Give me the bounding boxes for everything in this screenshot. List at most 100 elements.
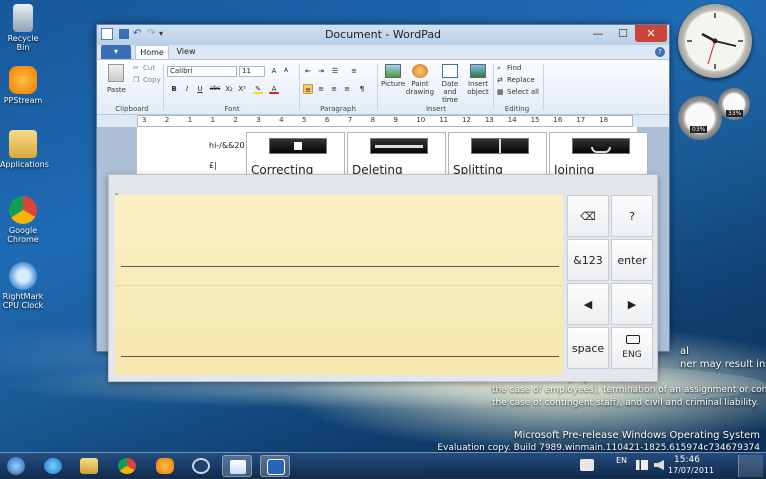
memory-usage-value: 33%: [726, 110, 744, 117]
right-arrow-key[interactable]: ▶: [611, 283, 653, 325]
maximize-button[interactable]: ☐: [611, 25, 635, 42]
close-button[interactable]: ✕: [635, 25, 667, 42]
bold-button[interactable]: B: [169, 84, 179, 94]
desktop-icon-ppstream[interactable]: PPStream: [0, 66, 46, 105]
line-spacing-button[interactable]: ≡: [349, 66, 359, 76]
language-key[interactable]: ENG: [611, 327, 653, 369]
bullets-button[interactable]: ☰: [330, 66, 340, 76]
desktop-icon-rightmark[interactable]: RightMark CPU Clock: [0, 262, 46, 310]
ruler-number: 11: [439, 116, 449, 124]
paste-icon: [108, 64, 124, 82]
taskbar-k-app[interactable]: [186, 455, 216, 477]
wordpad-icon: [229, 459, 247, 475]
select-all-label: Select all: [507, 88, 539, 96]
select-all-icon: ▦: [497, 88, 504, 96]
replace-icon: ⇄: [497, 76, 503, 84]
volume-icon[interactable]: [654, 460, 664, 470]
taskbar: EN 15:46 17/07/2011: [0, 452, 766, 479]
tab-view[interactable]: View: [171, 45, 201, 59]
key-label: enter: [617, 254, 647, 267]
superscript-button[interactable]: X²: [237, 84, 247, 94]
desktop-icon-applications[interactable]: Applications: [0, 130, 49, 169]
paint-drawing-button[interactable]: Paint drawing: [405, 62, 435, 102]
ruler[interactable]: 3 2 1 1 2 3 4 5 6 7 8 9 10 11 12 13 14 15 16 17 18: [137, 115, 633, 127]
binoculars-icon: ⌕: [497, 64, 501, 72]
recycle-bin-icon: [13, 4, 33, 32]
italic-button[interactable]: I: [182, 84, 192, 94]
minimize-button[interactable]: —: [585, 25, 611, 42]
desktop-icon-label: Google Chrome: [7, 226, 39, 244]
backspace-key[interactable]: ⌫: [567, 195, 609, 237]
enter-key[interactable]: enter: [611, 239, 653, 281]
ruler-number: 3: [142, 116, 147, 124]
right-arrow-icon: ▶: [627, 298, 637, 311]
insert-object-label: Insert object: [467, 80, 489, 96]
show-desktop-button[interactable]: [738, 455, 763, 477]
ruler-number: 5: [302, 116, 307, 124]
tab-home[interactable]: Home: [135, 45, 169, 59]
scissors-icon: ✂: [133, 64, 139, 72]
legal-line: the case of employees), termination of a…: [492, 385, 766, 395]
paragraph-settings-button[interactable]: ¶: [357, 84, 367, 94]
font-name-select[interactable]: Calibri: [167, 66, 237, 77]
network-icon[interactable]: [636, 460, 648, 470]
taskbar-ppstream[interactable]: [150, 455, 180, 477]
underline-button[interactable]: U: [195, 84, 205, 94]
writing-line-divider: [115, 285, 563, 286]
desktop-icon-chrome[interactable]: Google Chrome: [0, 196, 46, 244]
find-label: Find: [507, 64, 522, 72]
start-button[interactable]: [2, 455, 30, 477]
chrome-icon: [9, 196, 37, 224]
desktop-icon-recycle-bin[interactable]: Recycle Bin: [0, 4, 46, 52]
taskbar-ie[interactable]: [38, 455, 68, 477]
decrease-indent-button[interactable]: ⇤: [303, 66, 313, 76]
cpu-meter-gadget[interactable]: 03% 33%: [678, 88, 754, 140]
shrink-font-button[interactable]: A: [281, 66, 291, 76]
tablet-input-panel[interactable]: ⌫ ? &123 enter ◀ ▶ space ENG: [108, 174, 658, 382]
strikethrough-button[interactable]: abc: [208, 84, 222, 94]
clock-date[interactable]: 17/07/2011: [668, 466, 714, 475]
font-color-button[interactable]: A: [269, 84, 279, 94]
help-icon[interactable]: ?: [655, 47, 665, 57]
taskbar-explorer[interactable]: [74, 455, 104, 477]
picture-icon: [385, 64, 401, 78]
highlight-button[interactable]: ✎: [253, 84, 263, 94]
cut-label: Cut: [143, 64, 156, 72]
subscript-button[interactable]: X₂: [224, 84, 234, 94]
align-center-button[interactable]: ≡: [316, 84, 326, 94]
font-size-select[interactable]: 11: [239, 66, 265, 77]
align-left-button[interactable]: ≡: [303, 84, 313, 94]
picture-button[interactable]: Picture: [381, 62, 405, 102]
align-right-button[interactable]: ≡: [329, 84, 339, 94]
ruler-number: 6: [324, 116, 330, 124]
justify-button[interactable]: ≡: [342, 84, 352, 94]
question-mark-key[interactable]: ?: [611, 195, 653, 237]
paste-button[interactable]: Paste: [105, 62, 127, 100]
ruler-number: 9: [393, 116, 398, 124]
k-icon: [192, 458, 210, 474]
numbers-symbols-key[interactable]: &123: [567, 239, 609, 281]
date-time-button[interactable]: Date and time: [435, 62, 465, 104]
legal-line: ner may result in: [680, 359, 766, 370]
copy-label: Copy: [143, 76, 161, 84]
handwriting-area[interactable]: [115, 195, 563, 375]
taskbar-wordpad[interactable]: [222, 455, 252, 477]
clock-gadget[interactable]: [678, 4, 752, 78]
document-text-line: hi-/&&20: [209, 141, 245, 150]
ppstream-icon: [156, 458, 174, 474]
clock-time[interactable]: 15:46: [674, 455, 700, 465]
legal-notice: al ner may result in mination of employm…: [492, 345, 766, 410]
title-bar[interactable]: ↶ ↷ ▾ Document - WordPad — ☐ ✕: [97, 25, 669, 45]
app-menu-button[interactable]: ▾: [101, 45, 131, 59]
insert-object-button[interactable]: Insert object: [465, 62, 491, 102]
action-center-icon[interactable]: [580, 459, 594, 471]
increase-indent-button[interactable]: ⇥: [316, 66, 326, 76]
space-key[interactable]: space: [567, 327, 609, 369]
grow-font-button[interactable]: A: [269, 66, 279, 76]
key-label: ?: [629, 210, 635, 223]
taskbar-chrome[interactable]: [112, 455, 142, 477]
left-arrow-key[interactable]: ◀: [567, 283, 609, 325]
language-indicator[interactable]: EN: [616, 456, 627, 465]
folder-icon: [80, 458, 98, 474]
taskbar-input-panel[interactable]: [260, 455, 290, 477]
